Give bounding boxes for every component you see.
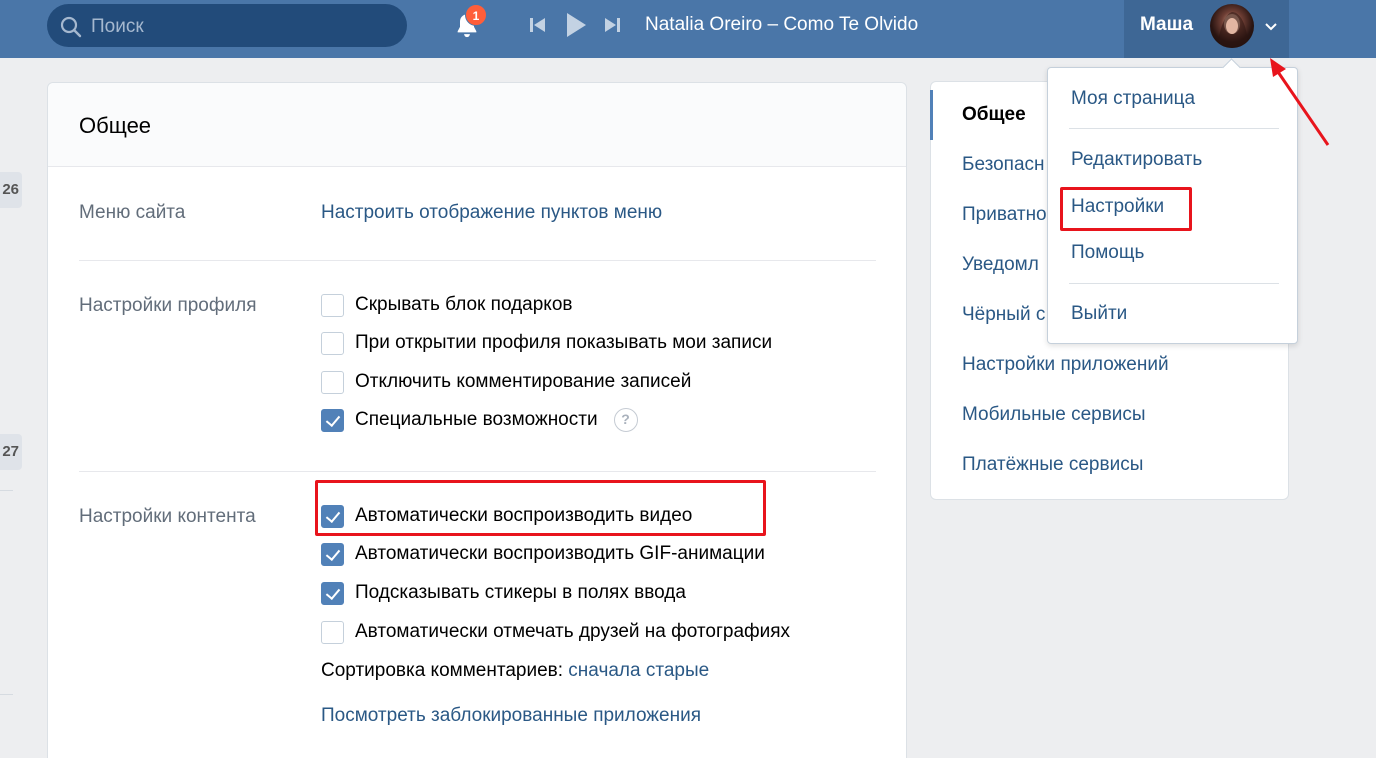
menu-item-logout[interactable]: Выйти	[1071, 303, 1127, 325]
configure-menu-link[interactable]: Настроить отображение пунктов меню	[321, 202, 662, 224]
checkbox[interactable]	[321, 370, 344, 394]
side-item-app-settings[interactable]: Настройки приложений	[962, 354, 1169, 376]
play-icon[interactable]	[565, 12, 587, 43]
left-divider	[0, 490, 13, 491]
option-label: Специальные возможности	[355, 409, 598, 430]
menu-divider	[1069, 283, 1279, 284]
side-item-notifications[interactable]: Уведомл	[962, 254, 1039, 276]
profile-settings-label: Настройки профиля	[79, 295, 257, 316]
option-label: Скрывать блок подарков	[355, 294, 573, 315]
checkbox[interactable]	[321, 620, 344, 644]
option-accessibility[interactable]: Специальные возможности ?	[321, 407, 638, 433]
option-disable-comments[interactable]: Отключить комментирование записей	[321, 369, 691, 395]
comment-sort-row: Сортировка комментариев: сначала старые	[321, 660, 709, 682]
comment-sort-label: Сортировка комментариев:	[321, 660, 564, 681]
search-input[interactable]: Поиск	[91, 16, 144, 38]
previous-track-icon[interactable]	[528, 14, 548, 41]
option-hide-gifts[interactable]: Скрывать блок подарков	[321, 292, 573, 318]
annotation-arrow-icon	[1270, 58, 1330, 146]
side-item-mobile-services[interactable]: Мобильные сервисы	[962, 404, 1146, 426]
comment-sort-link[interactable]: сначала старые	[568, 660, 709, 681]
general-settings-card: Общее Меню сайта Настроить отображение п…	[47, 82, 907, 758]
user-name: Маша	[1140, 14, 1194, 35]
left-counter-2: 27	[0, 434, 22, 470]
left-counter-1: 26	[0, 172, 22, 208]
option-label: Отключить комментирование записей	[355, 371, 692, 392]
blocked-apps-link[interactable]: Посмотреть заблокированные приложения	[321, 705, 701, 727]
highlight-box	[315, 480, 766, 536]
checkbox-checked[interactable]	[321, 408, 344, 432]
side-item-privacy[interactable]: Приватно	[962, 204, 1047, 226]
site-menu-label: Меню сайта	[79, 202, 186, 223]
side-item-general[interactable]: Общее	[962, 104, 1026, 126]
option-tag-friends[interactable]: Автоматически отмечать друзей на фотогра…	[321, 619, 790, 645]
chevron-down-icon	[1264, 20, 1278, 39]
option-autoplay-gif[interactable]: Автоматически воспроизводить GIF-анимаци…	[321, 541, 765, 567]
page-title: Общее	[79, 113, 152, 138]
side-item-payment-services[interactable]: Платёжные сервисы	[962, 454, 1143, 476]
checkbox-checked[interactable]	[321, 581, 344, 605]
highlight-box	[1060, 187, 1192, 231]
menu-divider	[1069, 128, 1279, 129]
menu-item-my-page[interactable]: Моя страница	[1071, 88, 1195, 110]
card-header: Общее	[48, 83, 906, 167]
help-icon[interactable]: ?	[613, 408, 638, 432]
top-header: Поиск 1 Natalia Oreiro – Como Te Olvido …	[0, 0, 1376, 58]
now-playing-track[interactable]: Natalia Oreiro – Como Te Olvido	[645, 14, 918, 36]
left-divider	[0, 694, 13, 695]
option-show-my-posts[interactable]: При открытии профиля показывать мои запи…	[321, 330, 772, 356]
option-label: При открытии профиля показывать мои запи…	[355, 332, 773, 353]
side-item-blacklist[interactable]: Чёрный с	[962, 304, 1045, 326]
content-settings-label: Настройки контента	[79, 506, 256, 527]
checkbox[interactable]	[321, 331, 344, 355]
side-item-security[interactable]: Безопасн	[962, 154, 1045, 176]
notification-badge: 1	[465, 4, 487, 26]
search-icon	[59, 15, 83, 44]
active-indicator	[930, 90, 933, 140]
section-divider	[79, 471, 876, 472]
option-label: Автоматически воспроизводить GIF-анимаци…	[355, 543, 765, 564]
checkbox[interactable]	[321, 293, 344, 317]
option-suggest-stickers[interactable]: Подсказывать стикеры в полях ввода	[321, 580, 686, 606]
option-label: Подсказывать стикеры в полях ввода	[355, 582, 686, 603]
avatar	[1210, 4, 1254, 48]
option-label: Автоматически отмечать друзей на фотогра…	[355, 621, 791, 642]
section-divider	[79, 260, 876, 261]
checkbox-checked[interactable]	[321, 542, 344, 566]
menu-item-help[interactable]: Помощь	[1071, 242, 1144, 264]
next-track-icon[interactable]	[602, 14, 622, 41]
profile-menu-button[interactable]: Маша	[1124, 0, 1289, 58]
search-box[interactable]: Поиск	[47, 4, 407, 47]
menu-item-edit[interactable]: Редактировать	[1071, 149, 1202, 171]
